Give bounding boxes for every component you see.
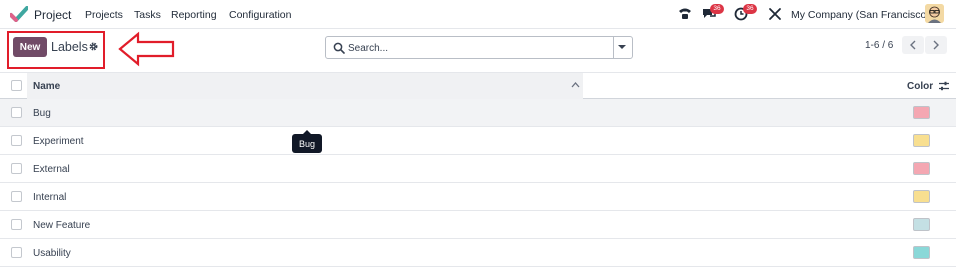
search-divider: [613, 37, 614, 58]
label-name-cell[interactable]: Bug: [33, 108, 51, 119]
search-input[interactable]: [348, 40, 608, 56]
pager-value[interactable]: 1-6 / 6: [865, 40, 893, 51]
search-icon: [333, 42, 345, 54]
chevron-right-icon: [933, 40, 939, 50]
row-checkbox[interactable]: [11, 219, 22, 230]
app-name[interactable]: Project: [34, 8, 71, 22]
color-swatch[interactable]: [913, 246, 930, 259]
annotation-highlight-box: [7, 31, 105, 69]
company-switcher[interactable]: My Company (San Francisco): [791, 9, 930, 21]
phone-icon[interactable]: [677, 7, 693, 21]
color-swatch[interactable]: [913, 218, 930, 231]
table-row[interactable]: Internal: [0, 183, 956, 211]
table-row[interactable]: Usability: [0, 239, 956, 267]
table-row[interactable]: Bug: [0, 99, 956, 127]
column-color-label[interactable]: Color: [907, 81, 933, 92]
optional-columns-icon[interactable]: [938, 80, 950, 92]
row-checkbox[interactable]: [11, 107, 22, 118]
menu-tasks[interactable]: Tasks: [134, 9, 161, 21]
project-app-icon[interactable]: [10, 6, 28, 22]
color-swatch[interactable]: [913, 190, 930, 203]
chevron-left-icon: [910, 40, 916, 50]
row-checkbox[interactable]: [11, 247, 22, 258]
name-column-header[interactable]: [27, 73, 583, 99]
sort-ascending-icon[interactable]: [571, 81, 580, 89]
color-swatch[interactable]: [913, 162, 930, 175]
activities-badge: 36: [743, 4, 757, 14]
table-row[interactable]: Experiment: [0, 127, 956, 155]
search-bar: [325, 36, 633, 59]
label-name-cell[interactable]: External: [33, 164, 70, 175]
table-row[interactable]: External: [0, 155, 956, 183]
row-checkbox[interactable]: [11, 163, 22, 174]
list-header: Name Color: [0, 72, 956, 99]
menu-projects[interactable]: Projects: [85, 9, 123, 21]
menu-reporting[interactable]: Reporting: [171, 9, 217, 21]
label-name-cell[interactable]: Experiment: [33, 136, 84, 147]
messages-badge: 36: [710, 4, 724, 14]
select-all-checkbox[interactable]: [11, 80, 22, 91]
annotation-arrow-icon: [118, 31, 175, 67]
color-swatch[interactable]: [913, 134, 930, 147]
row-checkbox[interactable]: [11, 191, 22, 202]
pager-previous-button[interactable]: [902, 36, 924, 54]
top-navbar: Project Projects Tasks Reporting Configu…: [0, 0, 956, 29]
tools-icon[interactable]: [767, 7, 783, 21]
tooltip: Bug: [292, 130, 322, 153]
menu-configuration[interactable]: Configuration: [229, 9, 291, 21]
column-name-label[interactable]: Name: [33, 81, 60, 92]
user-avatar[interactable]: [925, 4, 944, 23]
row-checkbox[interactable]: [11, 135, 22, 146]
search-options-toggle[interactable]: [618, 45, 626, 49]
color-swatch[interactable]: [913, 106, 930, 119]
label-name-cell[interactable]: New Feature: [33, 220, 90, 231]
label-name-cell[interactable]: Internal: [33, 192, 66, 203]
pager-next-button[interactable]: [925, 36, 947, 54]
label-name-cell[interactable]: Usability: [33, 248, 71, 259]
table-row[interactable]: New Feature: [0, 211, 956, 239]
